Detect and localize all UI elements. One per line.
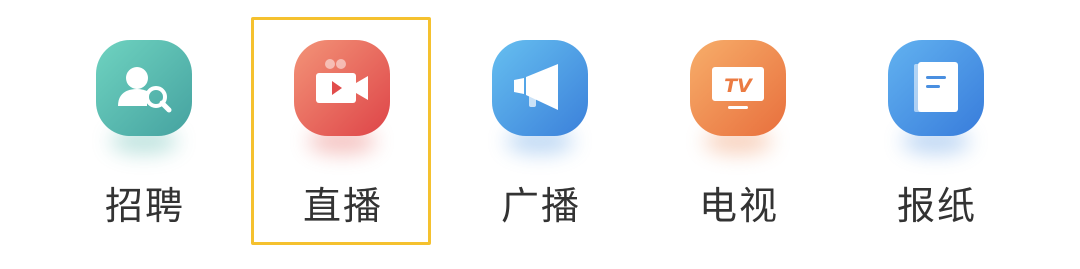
menu-item-tv[interactable]: TV 电视 [644, 0, 834, 269]
newspaper-icon-wrap [888, 40, 984, 154]
menu-item-newspaper[interactable]: 报纸 [842, 0, 1032, 269]
menu-item-radio[interactable]: 广播 [446, 0, 636, 269]
live-video-icon [316, 59, 368, 103]
tv-icon: TV [712, 67, 764, 109]
megaphone-icon [514, 64, 558, 110]
live-icon-wrap [294, 40, 390, 154]
media-menu-grid: 招聘 直播 广播 TV 电视 报纸 [0, 0, 1080, 269]
svg-text:TV: TV [724, 75, 753, 97]
radio-icon-wrap [492, 40, 588, 154]
menu-item-live[interactable]: 直播 [248, 0, 438, 269]
live-label: 直播 [302, 184, 383, 228]
newspaper-label: 报纸 [896, 184, 977, 228]
tv-icon-wrap: TV [690, 40, 786, 154]
recruit-icon-wrap [96, 40, 192, 154]
newspaper-icon [914, 62, 958, 112]
menu-item-recruit[interactable]: 招聘 [50, 0, 240, 269]
recruit-search-icon [118, 67, 172, 113]
radio-label: 广播 [500, 184, 581, 228]
tv-label: 电视 [698, 184, 779, 228]
recruit-label: 招聘 [104, 184, 185, 228]
